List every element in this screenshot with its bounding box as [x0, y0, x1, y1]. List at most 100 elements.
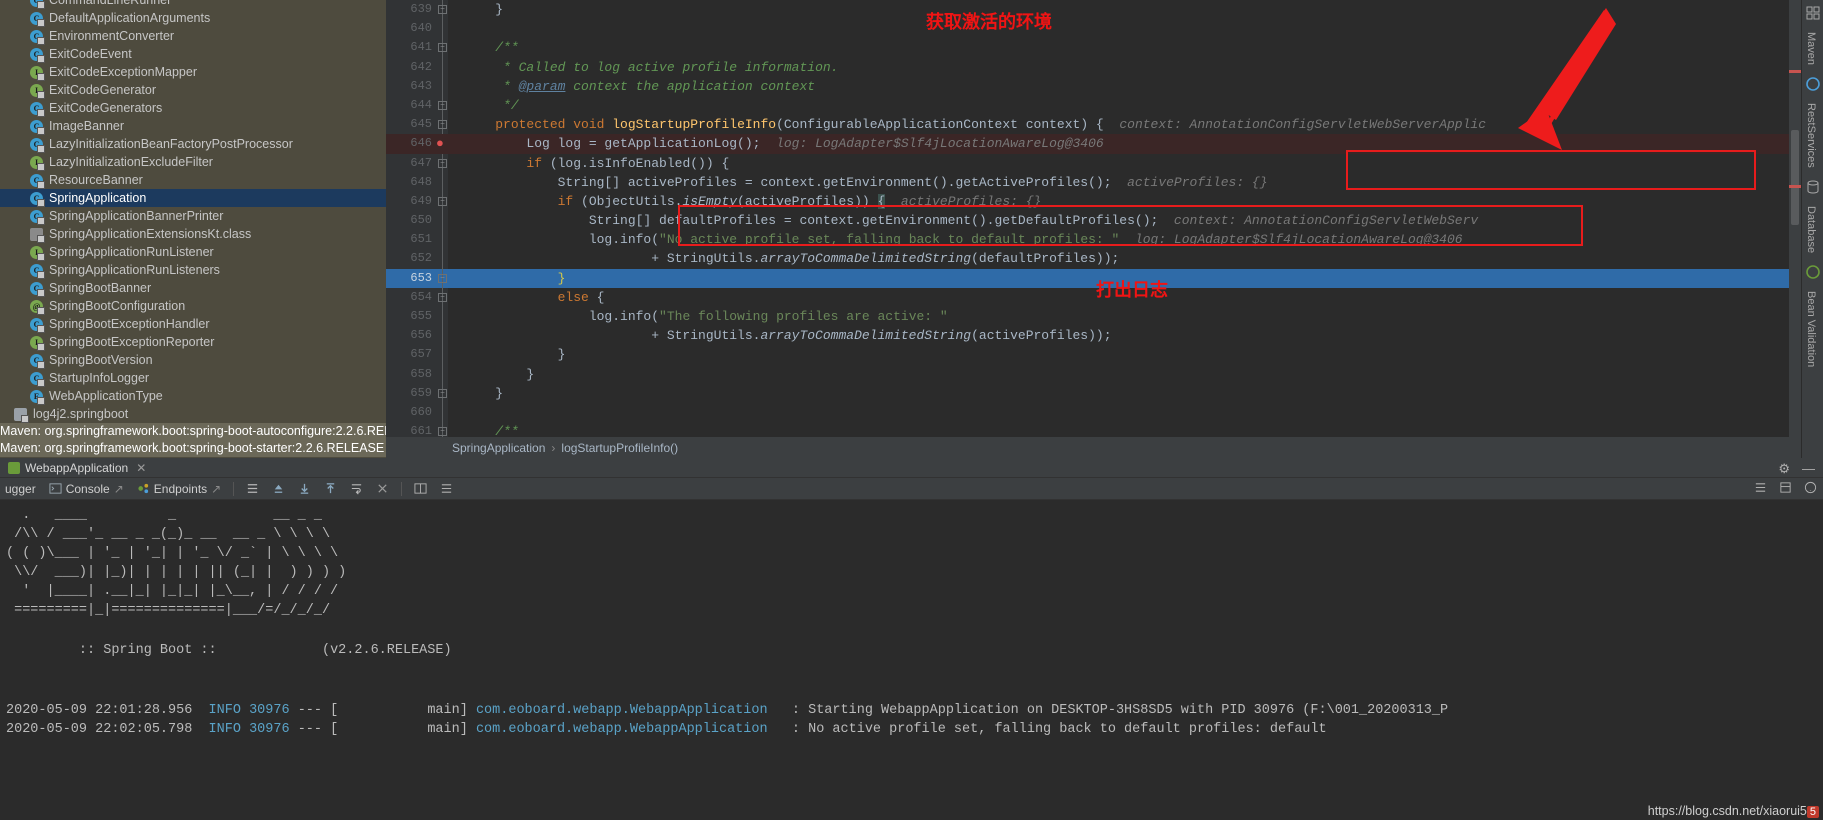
project-tree-panel[interactable]: C CommandLineRunner C DefaultApplicationArg… — [0, 0, 446, 458]
tree-item-springbootconfiguration[interactable]: @ SpringBootConfiguration — [0, 297, 446, 315]
gear-icon[interactable]: ⚙ — [1778, 461, 1790, 477]
breadcrumb[interactable]: SpringApplication › logStartupProfileInf… — [386, 437, 1823, 458]
fold-toggle-icon[interactable]: − — [438, 120, 447, 130]
editor-marker[interactable] — [1789, 185, 1801, 188]
fold-toggle-icon[interactable]: − — [438, 427, 447, 437]
tool-tab-bean-validation[interactable]: Bean Validation — [1802, 285, 1820, 373]
code-line[interactable]: 645− protected void logStartupProfileInf… — [386, 115, 1823, 135]
fold-toggle-icon[interactable]: − — [438, 43, 447, 53]
code-line[interactable]: 644− */ — [386, 95, 1823, 116]
console-output[interactable]: . ____ _ __ _ _ /\\ / ___'_ __ _ _(_)_ _… — [0, 500, 1823, 820]
code-line[interactable]: 641− /** — [386, 38, 1823, 58]
endpoints-tab[interactable]: Endpoints ↗ — [132, 478, 226, 500]
grid-icon[interactable] — [1805, 5, 1821, 21]
editor-scrollbar[interactable] — [1789, 0, 1801, 458]
tool-tab-restservices[interactable]: RestServices — [1802, 97, 1820, 174]
layout-icon[interactable] — [1754, 481, 1767, 497]
tree-item-springapplicationrunlistener[interactable]: I SpringApplicationRunListener — [0, 243, 446, 261]
tree-item-imagebanner[interactable]: C ImageBanner — [0, 117, 446, 135]
fold-toggle-icon[interactable]: − — [438, 100, 447, 110]
code-line[interactable]: 646 ● Log log = getApplicationLog(); log:… — [386, 134, 1823, 154]
settings-icon[interactable] — [1779, 481, 1792, 497]
pin-icon[interactable]: ↗ — [114, 482, 124, 496]
run-tab-webapp-application[interactable]: WebappApplication ✕ — [0, 458, 154, 478]
minimize-icon[interactable]: — — [1802, 461, 1815, 477]
fold-toggle-icon[interactable]: − — [438, 158, 447, 168]
database-icon[interactable] — [1805, 179, 1821, 195]
menu-icon[interactable] — [241, 478, 264, 500]
rest-icon[interactable] — [1805, 76, 1821, 92]
code-line[interactable]: 660 — [386, 402, 1823, 423]
up-stack-icon[interactable] — [267, 478, 290, 500]
editor-marker[interactable] — [1789, 70, 1801, 73]
tree-item-springapplicationbannerprinter[interactable]: C SpringApplicationBannerPrinter — [0, 207, 446, 225]
tree-item-springbootexceptionreporter[interactable]: I SpringBootExceptionReporter — [0, 333, 446, 351]
breadcrumb-class[interactable]: SpringApplication — [452, 441, 545, 455]
code-line[interactable]: 656 + StringUtils.arrayToCommaDelimitedS… — [386, 326, 1823, 346]
breadcrumb-method[interactable]: logStartupProfileInfo() — [561, 441, 678, 455]
tool-tab-maven[interactable]: Maven — [1802, 26, 1820, 71]
code-line[interactable]: 640 — [386, 19, 1823, 39]
layout-grid-icon[interactable] — [409, 478, 432, 500]
scroll-up-icon[interactable] — [319, 478, 342, 500]
code-line[interactable]: 639− } — [386, 0, 1823, 20]
tree-item-exitcodegenerators[interactable]: C ExitCodeGenerators — [0, 99, 446, 117]
tree-item-startupinfologger[interactable]: C StartupInfoLogger — [0, 369, 446, 387]
console-tab[interactable]: Console ↗ — [44, 478, 129, 500]
bookmark-icon[interactable]: ● — [436, 137, 448, 150]
code-line[interactable]: 651 log.info("No active profile set, fal… — [386, 230, 1823, 250]
tree-item-log4j2-springboot[interactable]: log4j2.springboot — [0, 405, 446, 423]
code-line[interactable]: 655 log.info("The following profiles are… — [386, 307, 1823, 327]
tree-item-exitcodeevent[interactable]: C ExitCodeEvent — [0, 45, 446, 63]
code-line[interactable]: 657 } — [386, 345, 1823, 365]
bean-validation-icon[interactable] — [1805, 264, 1821, 280]
tree-item-springapplication[interactable]: C SpringApplication — [0, 189, 446, 207]
run-toolbar[interactable]: ugger Console ↗ Endpoints ↗ — [0, 478, 1823, 500]
fold-toggle-icon[interactable]: − — [438, 196, 447, 206]
close-icon[interactable]: ✕ — [136, 461, 146, 475]
code-line[interactable]: 642 * Called to log active profile infor… — [386, 57, 1823, 77]
tree-item-springbootbanner[interactable]: C SpringBootBanner — [0, 279, 446, 297]
code-line[interactable]: 649− if (ObjectUtils.isEmpty(activeProfi… — [386, 191, 1823, 212]
tree-item-resourcebanner[interactable]: C ResourceBanner — [0, 171, 446, 189]
right-tool-strip[interactable]: Maven RestServices Database Bean Validat… — [1801, 0, 1823, 458]
code-line[interactable]: 643 * @param context the application con… — [386, 76, 1823, 96]
maven-dependency-row[interactable]: Maven: org.springframework.boot:spring-b… — [0, 440, 446, 457]
tree-item-lazyinitializationbeanfactorypostprocessor[interactable]: C LazyInitializationBeanFactoryPostProces… — [0, 135, 446, 153]
tree-item-commandlinerunner[interactable]: C CommandLineRunner — [0, 0, 446, 9]
tree-item-exitcodegenerator[interactable]: I ExitCodeGenerator — [0, 81, 446, 99]
tree-item-environmentconverter[interactable]: C EnvironmentConverter — [0, 27, 446, 45]
soft-wrap-icon[interactable] — [345, 478, 368, 500]
maven-dependency-row[interactable]: Maven: org.springframework.boot:spring-b… — [0, 423, 446, 440]
code-line[interactable]: 647− if (log.isInfoEnabled()) { — [386, 153, 1823, 173]
tool-tab-database[interactable]: Database — [1802, 200, 1820, 259]
list-icon[interactable] — [435, 478, 458, 500]
fold-toggle-icon[interactable]: − — [438, 292, 447, 302]
code-line[interactable]: 648 String[] activeProfiles = context.ge… — [386, 172, 1823, 192]
run-tool-window[interactable]: WebappApplication ✕ ⚙ — ugger Console ↗ — [0, 458, 1823, 820]
pin-icon[interactable]: ↗ — [211, 482, 221, 496]
code-line[interactable]: 658 } — [386, 364, 1823, 384]
fold-toggle-icon[interactable]: − — [438, 388, 447, 398]
editor-scrollbar-thumb[interactable] — [1791, 130, 1799, 225]
run-toolbar-right[interactable] — [1754, 481, 1817, 497]
tree-item-webapplicationtype[interactable]: E WebApplicationType — [0, 387, 446, 405]
clear-icon[interactable] — [371, 478, 394, 500]
run-tab-bar[interactable]: WebappApplication ✕ ⚙ — — [0, 458, 1823, 478]
fold-toggle-icon[interactable]: − — [438, 273, 447, 283]
tree-item-exitcodeexceptionmapper[interactable]: I ExitCodeExceptionMapper — [0, 63, 446, 81]
tree-item-springbootexceptionhandler[interactable]: C SpringBootExceptionHandler — [0, 315, 446, 333]
window-controls[interactable]: ⚙ — — [1778, 461, 1815, 477]
help-icon[interactable] — [1804, 481, 1817, 497]
fold-toggle-icon[interactable]: − — [438, 5, 447, 14]
tree-item-springapplicationextensionskt-class[interactable]: SpringApplicationExtensionsKt.class — [0, 225, 446, 243]
tree-item-springbootversion[interactable]: C SpringBootVersion — [0, 351, 446, 369]
scroll-down-icon[interactable] — [293, 478, 316, 500]
code-line[interactable]: 652 + StringUtils.arrayToCommaDelimitedS… — [386, 249, 1823, 269]
tree-item-defaultapplicationarguments[interactable]: C DefaultApplicationArguments — [0, 9, 446, 27]
code-line[interactable]: 650 String[] defaultProfiles = context.g… — [386, 211, 1823, 231]
code-editor[interactable]: 639− } 640 641− /** 642 * Called to log act… — [386, 0, 1823, 458]
tree-item-springapplicationrunlisteners[interactable]: C SpringApplicationRunListeners — [0, 261, 446, 279]
tree-item-lazyinitializationexcludefilter[interactable]: I LazyInitializationExcludeFilter — [0, 153, 446, 171]
code-lines[interactable]: 639− } 640 641− /** 642 * Called to log act… — [386, 0, 1823, 458]
